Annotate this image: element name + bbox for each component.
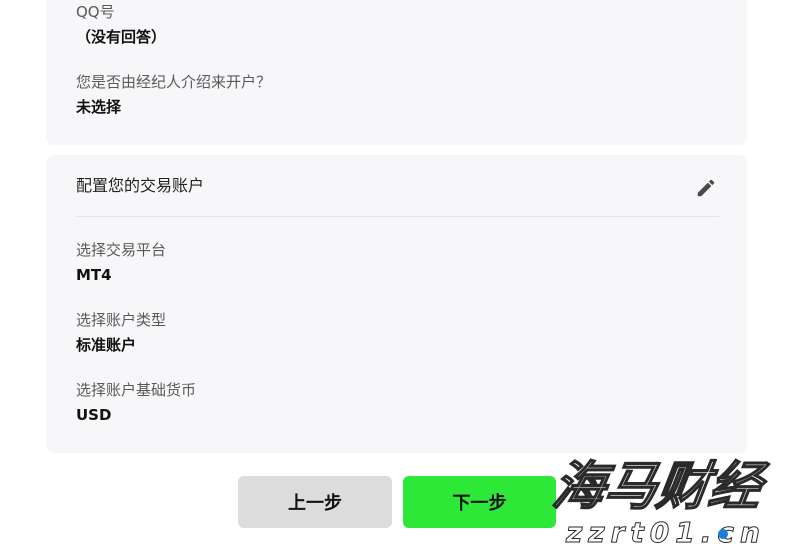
trading-account-card: 配置您的交易账户 选择交易平台 MT4 选择账户类型 标准账户 选择账户基础货币… (46, 155, 747, 453)
watermark-brand: 海马财经 (549, 457, 771, 517)
personal-info-card: QQ号 （没有回答） 您是否由经纪人介绍来开户？ 未选择 (46, 0, 747, 145)
next-step-button[interactable]: 下一步 (403, 476, 556, 528)
previous-step-button[interactable]: 上一步 (238, 476, 392, 528)
qq-label: QQ号 (76, 3, 115, 21)
base-currency-value: USD (76, 406, 112, 424)
platform-value: MT4 (76, 266, 112, 284)
pencil-icon[interactable] (695, 177, 717, 199)
trading-section-title: 配置您的交易账户 (76, 176, 205, 195)
platform-label: 选择交易平台 (76, 241, 167, 259)
qq-field: QQ号 （没有回答） (76, 2, 166, 47)
account-type-label: 选择账户类型 (76, 311, 167, 329)
base-currency-label: 选择账户基础货币 (76, 381, 197, 399)
account-type-value: 标准账户 (76, 336, 137, 354)
broker-referral-value: 未选择 (76, 98, 122, 116)
watermark-site: zzrt01.cn (565, 516, 766, 549)
broker-referral-field: 您是否由经纪人介绍来开户？ 未选择 (76, 72, 271, 117)
account-type-field: 选择账户类型 标准账户 (76, 310, 166, 355)
qq-value: （没有回答） (76, 28, 167, 46)
broker-referral-label: 您是否由经纪人介绍来开户？ (76, 73, 272, 91)
section-divider (76, 216, 719, 217)
platform-field: 选择交易平台 MT4 (76, 240, 166, 285)
watermark-dot (718, 529, 728, 539)
watermark-logo: 海马财经 zzrt01.cn (548, 456, 772, 549)
base-currency-field: 选择账户基础货币 USD (76, 380, 196, 425)
